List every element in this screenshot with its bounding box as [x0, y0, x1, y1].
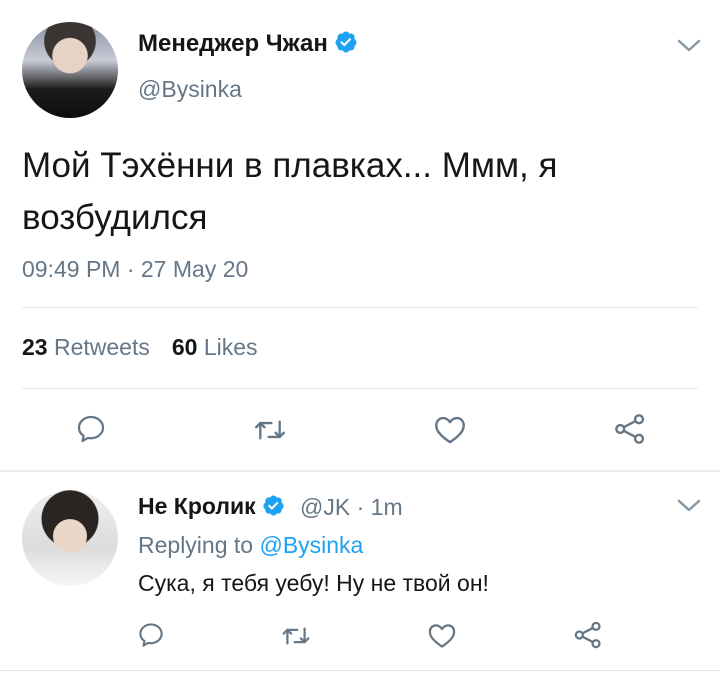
- author-name[interactable]: Менеджер Чжан: [138, 30, 328, 57]
- verified-badge-icon: [262, 494, 285, 523]
- likes-count: 60: [171, 334, 198, 360]
- likes-label: Likes: [203, 334, 258, 360]
- reply-author-name[interactable]: Не Кролик: [138, 493, 256, 519]
- like-icon[interactable]: [433, 413, 467, 450]
- retweet-icon[interactable]: [280, 621, 312, 656]
- bottom-divider: [0, 670, 720, 671]
- main-tweet: Менеджер Чжан @Bysinka Мой Тэхённи в пла…: [0, 0, 720, 470]
- section-divider: [0, 470, 720, 472]
- reply-icon[interactable]: [74, 412, 108, 451]
- retweets-label: Retweets: [53, 334, 150, 360]
- likes-stat[interactable]: 60 Likes: [172, 334, 258, 360]
- replying-prefix: Replying to: [138, 532, 254, 558]
- meta-separator: ·: [356, 494, 365, 520]
- like-icon[interactable]: [427, 621, 457, 654]
- engagement-stats: 23 Retweets 60 Likes: [22, 334, 258, 361]
- reply-icon[interactable]: [136, 620, 166, 655]
- retweet-icon[interactable]: [252, 413, 288, 452]
- divider: [22, 307, 698, 308]
- reply-time[interactable]: 1m: [371, 494, 403, 520]
- divider: [22, 388, 698, 389]
- tweet-text: Мой Тэхённи в плавках... Ммм, я возбудил…: [22, 146, 558, 237]
- verified-badge-icon: [334, 30, 358, 61]
- author-avatar[interactable]: [22, 22, 118, 118]
- share-icon[interactable]: [572, 619, 604, 656]
- reply-author-name-row[interactable]: Не Кролик: [138, 493, 285, 523]
- reply-author-handle[interactable]: @JK: [300, 494, 350, 520]
- chevron-down-icon[interactable]: [676, 498, 702, 514]
- author-name-row[interactable]: Менеджер Чжан: [138, 30, 358, 61]
- replying-to-link[interactable]: @Bysinka: [259, 532, 363, 558]
- share-icon[interactable]: [612, 411, 648, 452]
- tweet-timestamp[interactable]: 09:49 PM · 27 May 20: [22, 256, 248, 283]
- reply-text: Сука, я тебя уебу! Ну не твой он!: [138, 570, 489, 596]
- author-handle[interactable]: @Bysinka: [138, 76, 242, 103]
- replying-to-line: Replying to @Bysinka: [138, 532, 363, 559]
- retweets-count: 23: [22, 334, 48, 360]
- retweets-stat[interactable]: 23 Retweets: [22, 334, 150, 360]
- reply-author-avatar[interactable]: [22, 490, 118, 586]
- chevron-down-icon[interactable]: [676, 38, 702, 54]
- reply-meta: @JK · 1m: [300, 494, 403, 521]
